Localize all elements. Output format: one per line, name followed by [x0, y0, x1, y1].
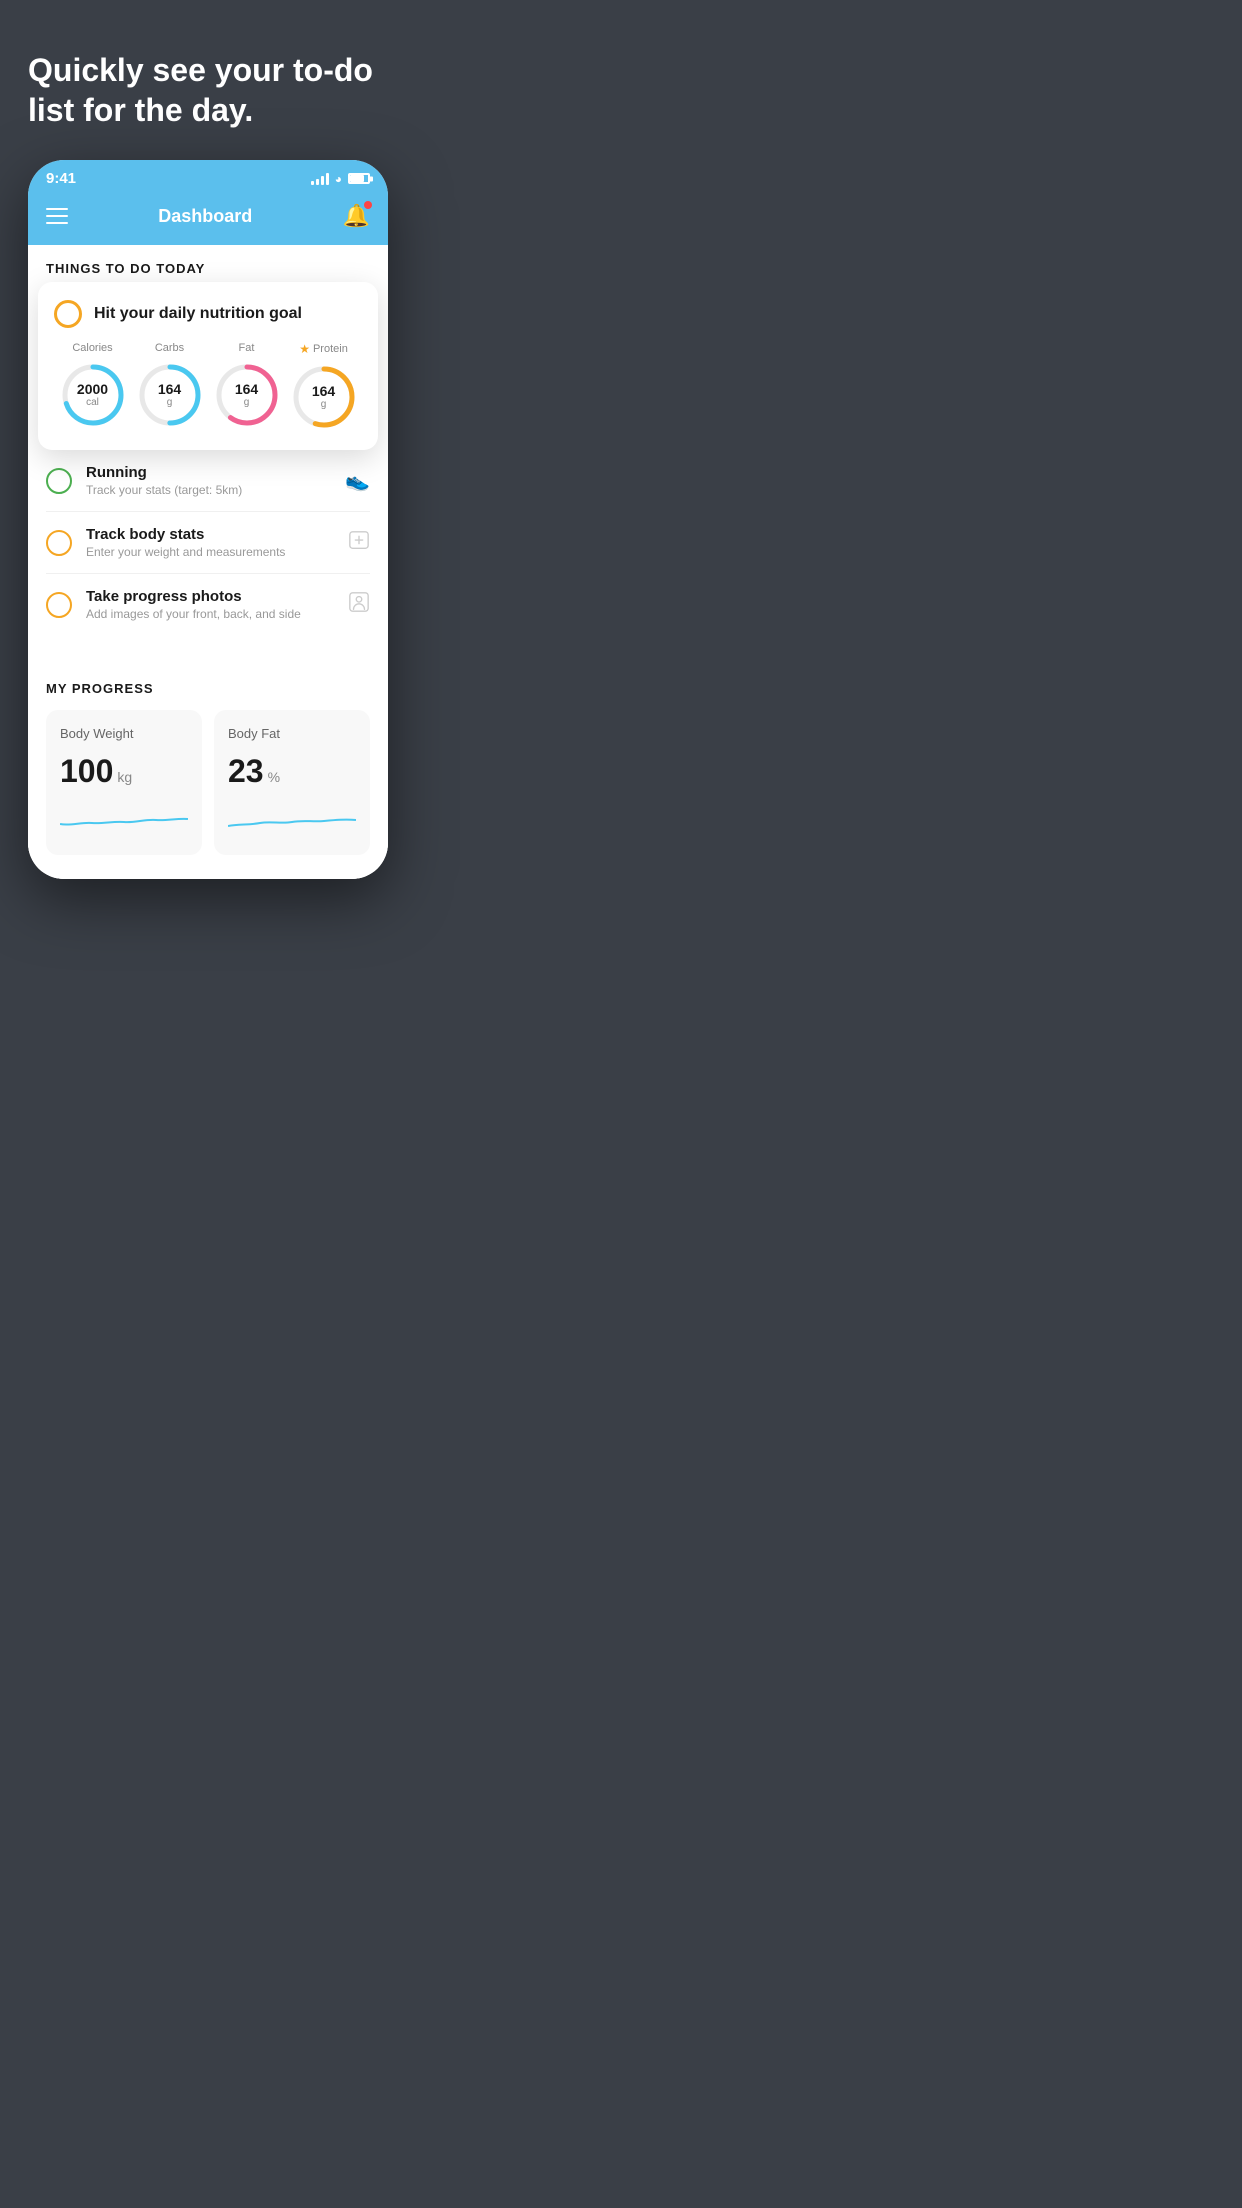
status-icons: ◕	[311, 172, 370, 186]
scale-icon	[348, 529, 370, 557]
phone-frame: 9:41 ◕ Dashboard	[28, 160, 388, 879]
nutrition-card-title: Hit your daily nutrition goal	[94, 305, 302, 323]
fat-label: Fat	[239, 342, 255, 354]
nutrition-carbs: Carbs 164 g	[135, 342, 205, 430]
status-bar: 9:41 ◕	[28, 160, 388, 193]
body-stats-check-circle[interactable]	[46, 530, 72, 556]
progress-section: MY PROGRESS Body Weight 100 kg	[28, 665, 388, 879]
todo-body-stats[interactable]: Track body stats Enter your weight and m…	[46, 512, 370, 574]
things-header: THINGS TO DO TODAY	[28, 245, 388, 286]
phone-content: THINGS TO DO TODAY Hit your daily nutrit…	[28, 245, 388, 879]
nutrition-calories: Calories 2000 cal	[58, 342, 128, 430]
body-weight-value: 100	[60, 753, 113, 790]
body-weight-value-row: 100 kg	[60, 753, 188, 790]
todo-running[interactable]: Running Track your stats (target: 5km) 👟	[46, 450, 370, 512]
body-fat-value: 23	[228, 753, 264, 790]
protein-unit: g	[312, 399, 335, 410]
app-header: Dashboard 🔔	[28, 193, 388, 245]
person-icon	[348, 591, 370, 619]
running-title: Running	[86, 464, 331, 481]
body-fat-chart	[228, 804, 356, 834]
nutrition-card: Hit your daily nutrition goal Calories	[38, 282, 378, 450]
body-weight-chart	[60, 804, 188, 834]
battery-icon	[348, 173, 370, 184]
hero-text: Quickly see your to-do list for the day.	[28, 50, 386, 130]
calories-value: 2000	[77, 382, 108, 397]
carbs-circle: 164 g	[135, 360, 205, 430]
wifi-icon: ◕	[335, 172, 342, 186]
calories-label: Calories	[72, 342, 112, 354]
progress-photos-text: Take progress photos Add images of your …	[86, 588, 334, 621]
status-time: 9:41	[46, 170, 76, 187]
page-background: Quickly see your to-do list for the day.…	[0, 0, 414, 909]
progress-header: MY PROGRESS	[46, 681, 370, 696]
menu-button[interactable]	[46, 208, 68, 224]
protein-star-icon: ★	[299, 342, 310, 356]
body-stats-title: Track body stats	[86, 526, 334, 543]
fat-unit: g	[235, 397, 258, 408]
header-title: Dashboard	[158, 206, 252, 227]
protein-label: ★ Protein	[299, 342, 348, 356]
body-stats-subtitle: Enter your weight and measurements	[86, 545, 334, 559]
fat-circle: 164 g	[212, 360, 282, 430]
running-check-circle[interactable]	[46, 468, 72, 494]
running-shoe-icon: 👟	[345, 468, 370, 493]
body-fat-title: Body Fat	[228, 726, 356, 741]
calories-unit: cal	[77, 397, 108, 408]
card-title-row: Hit your daily nutrition goal	[54, 300, 362, 328]
protein-circle: 164 g	[289, 362, 359, 432]
body-weight-title: Body Weight	[60, 726, 188, 741]
body-weight-unit: kg	[117, 769, 132, 785]
spacer	[28, 635, 388, 665]
running-subtitle: Track your stats (target: 5km)	[86, 483, 331, 497]
protein-value: 164	[312, 384, 335, 399]
carbs-value: 164	[158, 382, 181, 397]
body-fat-value-row: 23 %	[228, 753, 356, 790]
signal-icon	[311, 173, 329, 185]
progress-photos-check-circle[interactable]	[46, 592, 72, 618]
nutrition-check-circle[interactable]	[54, 300, 82, 328]
progress-cards: Body Weight 100 kg Body Fat 23	[46, 710, 370, 855]
todo-list: Running Track your stats (target: 5km) 👟…	[28, 450, 388, 635]
body-fat-card: Body Fat 23 %	[214, 710, 370, 855]
notification-dot	[364, 201, 372, 209]
todo-progress-photos[interactable]: Take progress photos Add images of your …	[46, 574, 370, 635]
body-fat-unit: %	[268, 769, 280, 785]
nutrition-fat: Fat 164 g	[212, 342, 282, 430]
running-text: Running Track your stats (target: 5km)	[86, 464, 331, 497]
nutrition-row: Calories 2000 cal	[54, 342, 362, 432]
progress-photos-title: Take progress photos	[86, 588, 334, 605]
calories-circle: 2000 cal	[58, 360, 128, 430]
progress-photos-subtitle: Add images of your front, back, and side	[86, 607, 334, 621]
bottom-bg	[28, 879, 386, 909]
carbs-label: Carbs	[155, 342, 184, 354]
nutrition-protein: ★ Protein 164 g	[289, 342, 359, 432]
carbs-unit: g	[158, 397, 181, 408]
notification-button[interactable]: 🔔	[343, 203, 370, 229]
fat-value: 164	[235, 382, 258, 397]
body-stats-text: Track body stats Enter your weight and m…	[86, 526, 334, 559]
body-weight-card: Body Weight 100 kg	[46, 710, 202, 855]
